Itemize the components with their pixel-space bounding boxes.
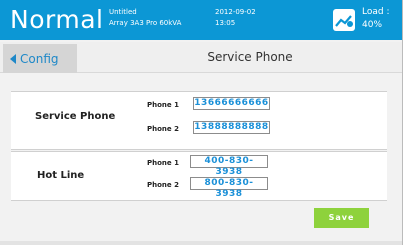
service-phone-panel: Service Phone Phone 1 13666666666 Phone …: [11, 91, 387, 150]
service-phone-label: Service Phone: [35, 111, 116, 122]
device-name: Untitled: [109, 8, 137, 16]
load-label: Load :: [362, 7, 390, 17]
service-phone1-label: Phone 1: [147, 101, 179, 109]
service-phone2-input[interactable]: 13888888888: [193, 121, 270, 134]
back-arrow-icon: [10, 53, 16, 64]
hot-line-label: Hot Line: [37, 170, 85, 181]
mode-label: Normal: [10, 5, 104, 34]
back-button-label: Config: [20, 51, 59, 66]
back-button[interactable]: Config: [3, 44, 77, 73]
load-gauge-icon: [333, 9, 355, 31]
date-label: 2012-09-02: [215, 8, 256, 16]
bottom-strip: [0, 241, 402, 245]
load-value: 40%: [362, 20, 383, 30]
save-button[interactable]: Save: [314, 208, 369, 228]
nav-bar: Config Service Phone: [0, 42, 402, 73]
load-info: Load : 40%: [362, 6, 389, 32]
service-phone1-input[interactable]: 13666666666: [193, 97, 270, 110]
device-model: Array 3A3 Pro 60kVA: [109, 19, 182, 27]
hot-line-panel: Hot Line Phone 1 400-830-3938 Phone 2 80…: [11, 151, 387, 201]
datetime: 2012-09-02 13:05: [215, 7, 256, 29]
status-bar: Normal Untitled Array 3A3 Pro 60kVA 2012…: [0, 0, 402, 40]
device-info: Untitled Array 3A3 Pro 60kVA: [109, 7, 181, 29]
hot-line-phone2-input[interactable]: 800-830-3938: [190, 177, 268, 199]
page-title: Service Phone: [207, 50, 293, 64]
hot-line-phone1-label: Phone 1: [147, 159, 179, 167]
time-label: 13:05: [215, 19, 236, 27]
screen: Normal Untitled Array 3A3 Pro 60kVA 2012…: [0, 0, 403, 245]
service-phone2-label: Phone 2: [147, 125, 179, 133]
hot-line-phone2-label: Phone 2: [147, 181, 179, 189]
hot-line-phone1-input[interactable]: 400-830-3938: [190, 155, 268, 177]
